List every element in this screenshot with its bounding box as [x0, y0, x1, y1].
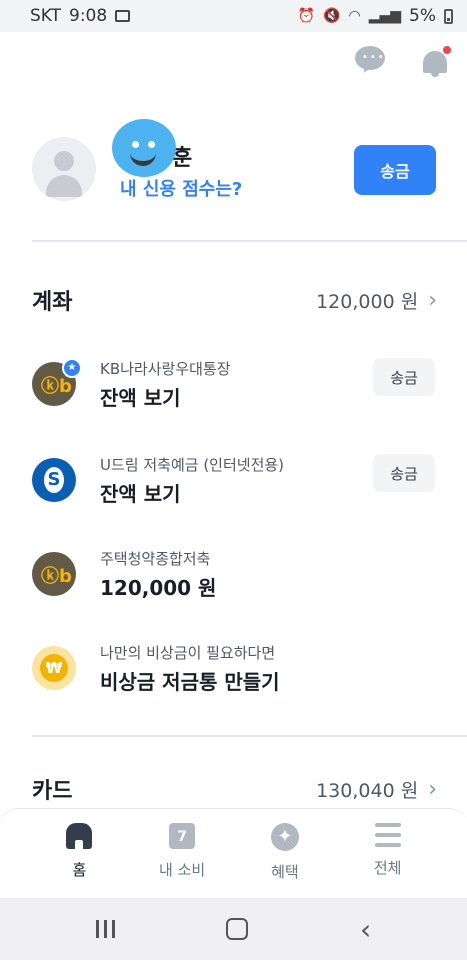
divider — [32, 735, 467, 737]
image-notification-icon — [115, 10, 131, 22]
tab-benefits[interactable]: ✦ 혜택 — [245, 809, 325, 898]
carrier: SKT — [30, 6, 62, 26]
header-actions: ••• — [355, 46, 451, 78]
mute-icon: 🔇 — [323, 8, 341, 24]
home-icon — [66, 823, 93, 849]
account-item-shinhan[interactable]: S U드림 저축예금 (인터넷전용) 잔액 보기 송금 — [32, 454, 435, 508]
balance-view-link[interactable]: 잔액 보기 — [100, 478, 181, 507]
won-coin-icon: ₩ — [32, 646, 76, 690]
menu-icon — [374, 823, 401, 847]
notification-dot — [443, 46, 451, 54]
promo-subtitle: 나만의 비상금이 필요하다면 — [100, 644, 276, 662]
accounts-header[interactable]: 계좌 120,000 원 › — [32, 284, 437, 316]
tab-spending[interactable]: 7 내 소비 — [142, 809, 222, 898]
credit-score-link[interactable]: 내 신용 점수는? — [120, 175, 242, 201]
system-nav-bar: ‹ — [0, 898, 467, 960]
tab-label: 홈 — [72, 861, 87, 879]
promo-title: 비상금 저금통 만들기 — [100, 670, 280, 694]
tab-label: 혜택 — [271, 863, 299, 881]
tab-label: 내 소비 — [159, 861, 206, 879]
tab-home[interactable]: 홈 — [39, 809, 119, 898]
alarm-icon: ⏰ — [297, 8, 316, 24]
accounts-total: 120,000 원 — [316, 290, 419, 313]
chevron-right-icon: › — [428, 776, 437, 802]
account-balance: 120,000 원 — [100, 576, 217, 600]
avatar[interactable] — [32, 137, 96, 201]
accounts-title: 계좌 — [32, 290, 73, 315]
wifi-icon: ◠ — [348, 8, 361, 24]
battery-icon — [444, 8, 453, 24]
divider — [32, 240, 467, 242]
account-item-housing[interactable]: ⓚb 주택청약종합저축 120,000 원 — [32, 548, 435, 602]
send-button[interactable]: 송금 — [373, 358, 435, 396]
recent-apps-icon[interactable] — [95, 920, 115, 938]
smiley-sticker-icon — [112, 119, 176, 177]
star-badge-icon: ★ — [62, 358, 82, 378]
account-name: 주택청약종합저축 — [100, 550, 211, 568]
back-icon[interactable]: ‹ — [360, 913, 371, 946]
battery-percent: 5% — [409, 6, 436, 26]
cards-title: 카드 — [32, 779, 73, 804]
account-item-kb[interactable]: ⓚb ★ KB나라사랑우대통장 잔액 보기 송금 — [32, 358, 435, 412]
shinhan-bank-logo-icon: S — [32, 458, 76, 502]
account-name: KB나라사랑우대통장 — [100, 360, 231, 378]
cards-header[interactable]: 카드 130,040 원 › — [32, 773, 437, 805]
chevron-right-icon: › — [428, 287, 437, 313]
bottom-tab-bar: 홈 7 내 소비 ✦ 혜택 전체 — [0, 808, 467, 898]
cards-total: 130,040 원 — [316, 779, 419, 802]
clock: 9:08 — [69, 6, 108, 26]
send-button[interactable]: 송금 — [373, 454, 435, 492]
kb-bank-logo-icon: ⓚb ★ — [32, 358, 82, 406]
tab-label: 전체 — [373, 859, 402, 877]
profile-section: 훈 내 신용 점수는? 송금 — [32, 119, 436, 203]
bell-icon[interactable] — [421, 46, 451, 78]
signal-icon: ▂▄▆ — [368, 8, 402, 24]
tab-all[interactable]: 전체 — [348, 809, 428, 898]
sparkle-icon: ✦ — [270, 823, 299, 851]
home-button-icon[interactable] — [226, 918, 249, 940]
kb-bank-logo-icon: ⓚb — [32, 552, 76, 596]
chat-bubble-icon[interactable]: ••• — [355, 46, 385, 75]
status-bar: SKT 9:08 ⏰ 🔇 ◠ ▂▄▆ 5% — [0, 0, 467, 32]
send-money-button[interactable]: 송금 — [354, 145, 436, 195]
emergency-fund-promo[interactable]: ₩ 나만의 비상금이 필요하다면 비상금 저금통 만들기 — [32, 642, 435, 696]
account-name: U드림 저축예금 (인터넷전용) — [100, 456, 285, 474]
balance-view-link[interactable]: 잔액 보기 — [100, 382, 181, 411]
calendar-icon: 7 — [169, 823, 196, 849]
